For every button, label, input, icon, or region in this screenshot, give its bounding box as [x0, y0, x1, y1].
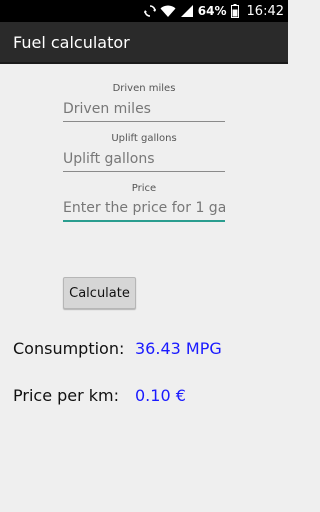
sync-icon — [143, 4, 156, 18]
price-label: Price — [131, 183, 157, 194]
wifi-icon — [160, 4, 176, 18]
action-bar: Fuel calculator — [0, 22, 288, 64]
battery-percent: 64% — [197, 4, 227, 18]
app-title: Fuel calculator — [13, 32, 130, 52]
driven-miles-field[interactable] — [63, 96, 225, 122]
fuel-form: Driven miles Uplift gallons Price — [63, 64, 225, 222]
calculate-button[interactable]: Calculate — [63, 277, 136, 309]
clock: 16:42 — [246, 3, 284, 19]
price-per-km-value: 0.10 € — [135, 386, 186, 405]
uplift-gallons-field[interactable] — [63, 146, 225, 172]
consumption-label: Consumption: — [13, 339, 125, 358]
consumption-value: 36.43 MPG — [135, 339, 222, 358]
uplift-gallons-label: Uplift gallons — [111, 133, 177, 144]
price-per-km-label: Price per km: — [13, 386, 120, 405]
status-bar: 64% 16:42 — [0, 0, 288, 22]
signal-icon — [180, 4, 194, 18]
driven-miles-label: Driven miles — [112, 83, 176, 94]
price-field[interactable] — [63, 196, 225, 222]
battery-icon — [230, 4, 239, 18]
